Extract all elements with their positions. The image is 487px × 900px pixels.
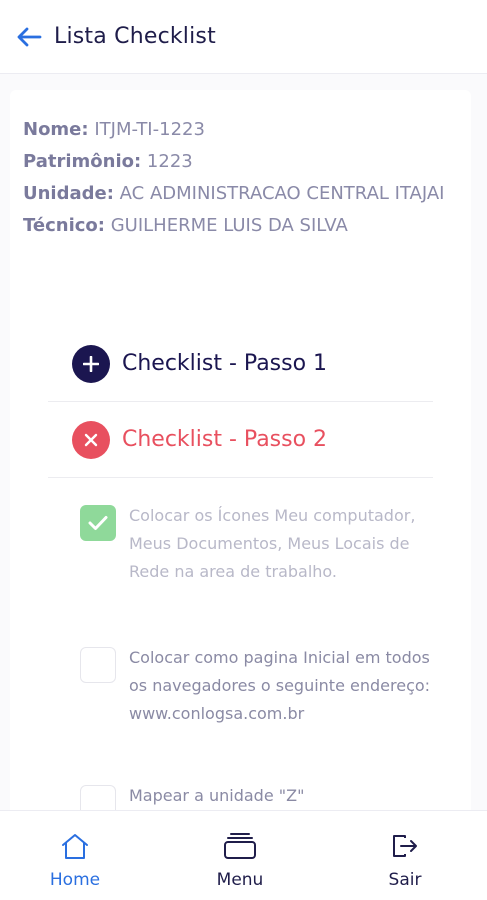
checklist-item: Colocar os Ícones Meu computador, Meus D… (80, 502, 450, 586)
info-unidade-value: AC ADMINISTRACAO CENTRAL ITAJAI (119, 183, 445, 204)
checklist-item: Colocar como pagina Inicial em todos os … (80, 644, 450, 728)
plus-circle-icon (72, 344, 110, 383)
info-nome-value: ITJM-TI-1223 (94, 119, 205, 140)
menu-icon (224, 833, 256, 859)
nav-home-label: Home (49, 870, 101, 890)
equipment-info: Nome: ITJM-TI-1223 Patrimônio: 1223 Unid… (23, 114, 453, 242)
item-checkbox[interactable] (80, 647, 116, 683)
nav-sair[interactable]: Sair (370, 811, 440, 900)
checklist-step-1[interactable]: Checklist - Passo 1 (48, 326, 433, 402)
app-header: Lista Checklist (0, 0, 487, 74)
bottom-navigation: Home Menu Sair (0, 810, 487, 900)
info-patrimonio-key: Patrimônio: (23, 151, 142, 172)
page-title: Lista Checklist (54, 24, 216, 49)
item-text: Colocar como pagina Inicial em todos os … (129, 648, 431, 723)
step-1-label: Checklist - Passo 1 (122, 351, 328, 376)
nav-home[interactable]: Home (40, 811, 110, 900)
info-unidade: Unidade: AC ADMINISTRACAO CENTRAL ITAJAI (23, 178, 453, 210)
nav-sair-label: Sair (388, 870, 422, 890)
info-patrimonio-value: 1223 (146, 151, 193, 172)
checklist-step-2[interactable]: Checklist - Passo 2 (48, 402, 433, 478)
nav-menu[interactable]: Menu (203, 811, 277, 900)
info-unidade-key: Unidade: (23, 183, 114, 204)
check-icon (88, 516, 108, 530)
checklist-card: Nome: ITJM-TI-1223 Patrimônio: 1223 Unid… (10, 90, 471, 830)
step-2-label: Checklist - Passo 2 (122, 427, 328, 452)
info-nome: Nome: ITJM-TI-1223 (23, 114, 453, 146)
item-checkbox-checked[interactable] (80, 505, 116, 541)
logout-icon (393, 835, 417, 857)
arrow-left-icon (17, 27, 42, 46)
close-circle-icon (72, 420, 110, 459)
info-tecnico-value: GUILHERME LUIS DA SILVA (110, 215, 348, 236)
info-tecnico: Técnico: GUILHERME LUIS DA SILVA (23, 210, 453, 242)
item-text: Colocar os Ícones Meu computador, Meus D… (129, 506, 416, 581)
home-icon (62, 834, 88, 859)
info-patrimonio: Patrimônio: 1223 (23, 146, 453, 178)
back-button[interactable] (14, 22, 44, 52)
nav-menu-label: Menu (216, 870, 264, 890)
info-nome-key: Nome: (23, 119, 89, 140)
info-tecnico-key: Técnico: (23, 215, 105, 236)
